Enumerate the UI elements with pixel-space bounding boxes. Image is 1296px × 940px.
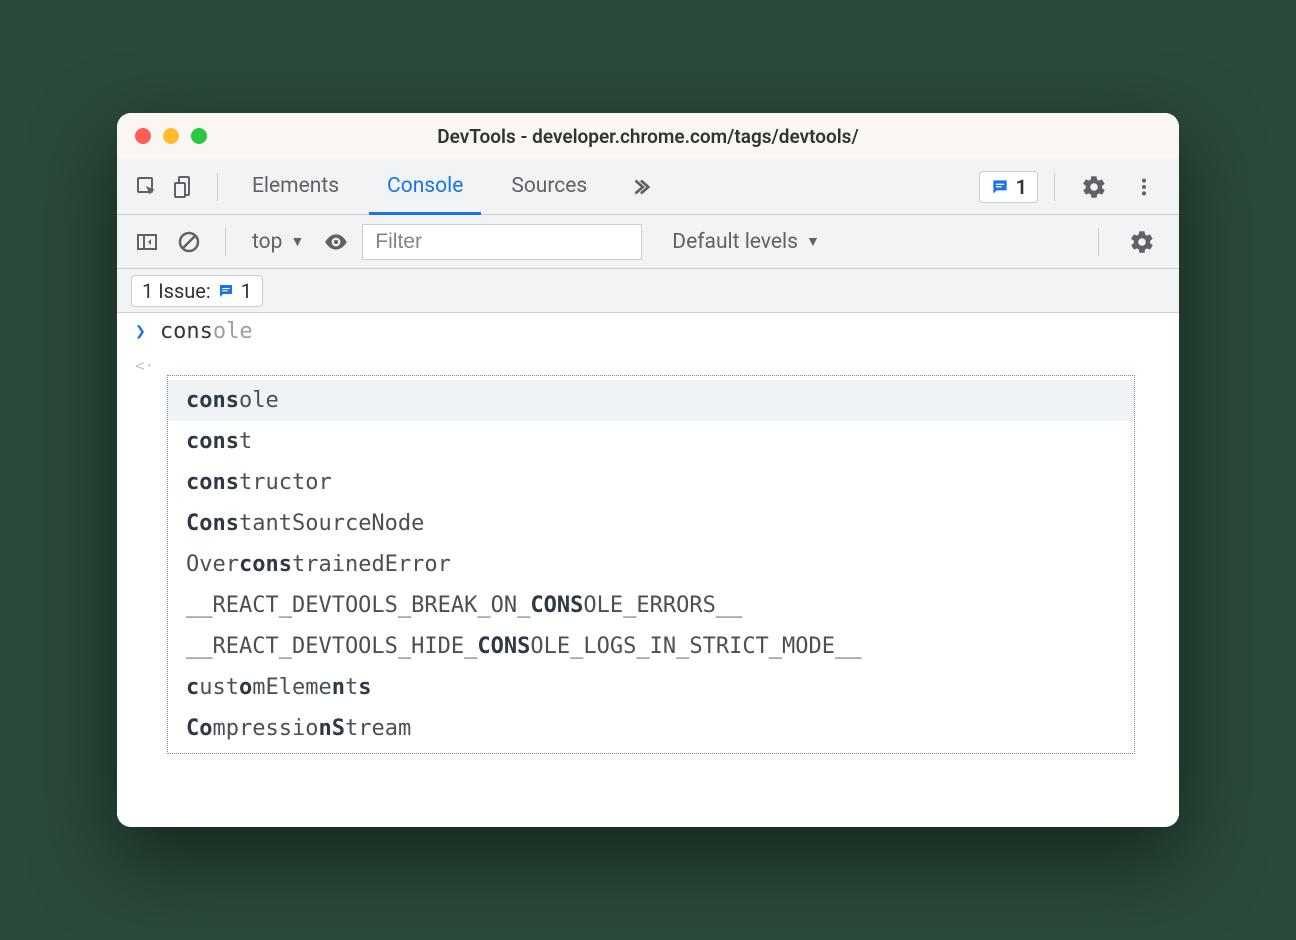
panel-tabs: Elements Console Sources — [234, 159, 663, 214]
close-button[interactable] — [135, 128, 151, 144]
prompt-arrow-icon: ❯ — [135, 321, 146, 342]
console-toolbar: top ▼ Default levels ▼ — [117, 215, 1179, 269]
issues-badge[interactable]: 1 — [979, 171, 1038, 203]
settings-icon[interactable] — [1071, 174, 1117, 200]
log-levels-selector[interactable]: Default levels ▼ — [672, 230, 820, 254]
console-sidebar-toggle-icon[interactable] — [131, 226, 163, 258]
autocomplete-item[interactable]: OverconstrainedError — [168, 544, 1134, 585]
issues-row: 1 Issue: 1 — [117, 269, 1179, 313]
issue-label: 1 Issue: — [142, 279, 211, 303]
autocomplete-item[interactable]: console — [168, 380, 1134, 421]
issue-count: 1 — [241, 279, 252, 303]
minimize-button[interactable] — [163, 128, 179, 144]
traffic-lights — [135, 128, 207, 144]
autocomplete-item[interactable]: __REACT_DEVTOOLS_HIDE_CONSOLE_LOGS_IN_ST… — [168, 626, 1134, 667]
caret-down-icon: ▼ — [290, 233, 304, 250]
console-body: ❯ console <· consoleconstconstructorCons… — [117, 313, 1179, 827]
autocomplete-item[interactable]: ConstantSourceNode — [168, 503, 1134, 544]
autocomplete-item[interactable]: customElements — [168, 667, 1134, 708]
tab-sources[interactable]: Sources — [493, 159, 605, 215]
autocomplete-item[interactable]: constructor — [168, 462, 1134, 503]
caret-down-icon: ▼ — [806, 233, 820, 250]
console-settings-icon[interactable] — [1119, 229, 1165, 255]
tabs-overflow-button[interactable] — [617, 159, 663, 214]
clear-console-icon[interactable] — [173, 226, 205, 258]
output-arrow-icon: <· — [135, 350, 154, 375]
issue-chip[interactable]: 1 Issue: 1 — [131, 275, 263, 307]
console-output-gutter: <· — [117, 348, 1179, 375]
tab-elements[interactable]: Elements — [234, 159, 357, 215]
autocomplete-item[interactable]: const — [168, 421, 1134, 462]
chat-icon — [990, 177, 1010, 197]
separator — [1054, 173, 1055, 201]
devtools-window: DevTools - developer.chrome.com/tags/dev… — [117, 113, 1179, 827]
chat-icon — [217, 282, 235, 300]
live-expression-icon[interactable] — [320, 226, 352, 258]
device-toggle-icon[interactable] — [169, 171, 201, 203]
separator — [217, 173, 218, 201]
levels-label: Default levels — [672, 230, 798, 254]
separator — [1098, 228, 1099, 256]
context-selector[interactable]: top ▼ — [246, 230, 310, 254]
more-options-icon[interactable] — [1123, 176, 1165, 198]
window-title: DevTools - developer.chrome.com/tags/dev… — [117, 125, 1179, 148]
main-toolbar: Elements Console Sources 1 — [117, 159, 1179, 215]
console-input-text: console — [160, 319, 253, 344]
title-bar: DevTools - developer.chrome.com/tags/dev… — [117, 113, 1179, 159]
separator — [225, 228, 226, 256]
maximize-button[interactable] — [191, 128, 207, 144]
console-input-line[interactable]: ❯ console — [117, 313, 1179, 348]
autocomplete-item[interactable]: CompressionStream — [168, 708, 1134, 749]
filter-input[interactable] — [362, 224, 642, 260]
autocomplete-item[interactable]: __REACT_DEVTOOLS_BREAK_ON_CONSOLE_ERRORS… — [168, 585, 1134, 626]
tab-console[interactable]: Console — [369, 159, 481, 215]
autocomplete-list: consoleconstconstructorConstantSourceNod… — [167, 375, 1135, 754]
inspect-element-icon[interactable] — [131, 171, 163, 203]
issues-badge-count: 1 — [1016, 175, 1027, 199]
context-label: top — [252, 230, 282, 254]
